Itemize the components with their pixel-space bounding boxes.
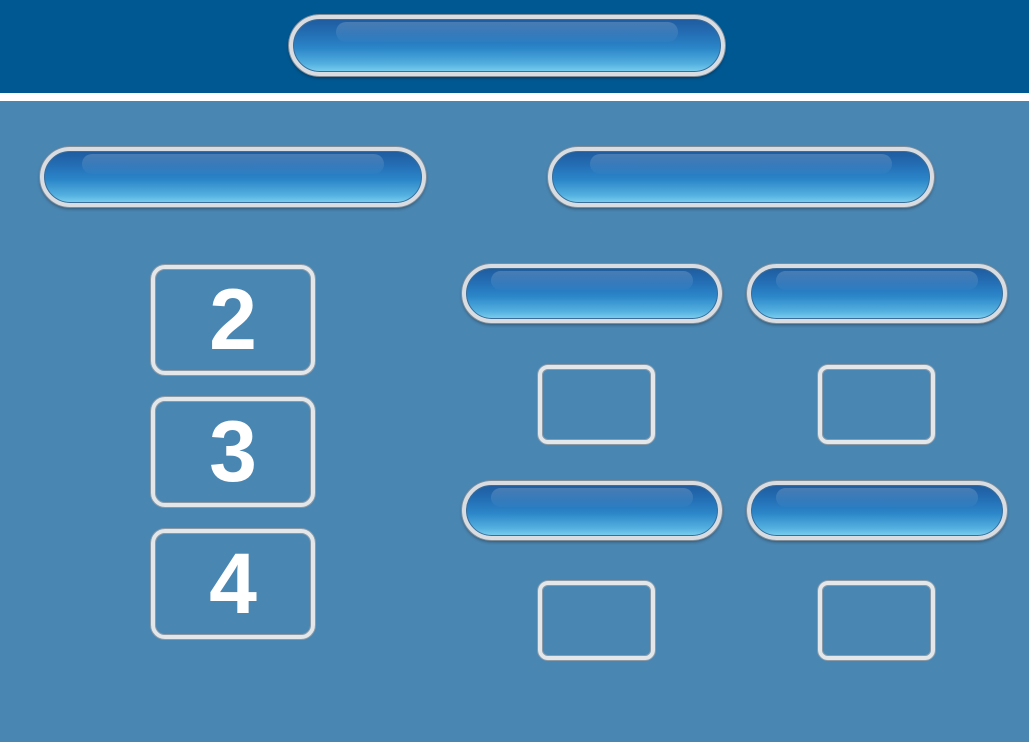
option-button-2[interactable] — [747, 264, 1007, 323]
main-panel: 2 3 4 — [0, 101, 1029, 742]
option-button-4[interactable] — [747, 481, 1007, 540]
option-answer-box-3[interactable] — [538, 581, 655, 660]
right-heading-button[interactable] — [548, 147, 934, 207]
number-box-2[interactable]: 2 — [151, 265, 315, 375]
header-bar — [0, 0, 1029, 93]
option-answer-box-1[interactable] — [538, 365, 655, 444]
option-answer-box-2[interactable] — [818, 365, 935, 444]
left-heading-button[interactable] — [40, 147, 426, 207]
number-box-4[interactable]: 4 — [151, 529, 315, 639]
title-button[interactable] — [289, 15, 725, 76]
number-box-3[interactable]: 3 — [151, 397, 315, 507]
option-button-3[interactable] — [462, 481, 722, 540]
option-button-1[interactable] — [462, 264, 722, 323]
option-answer-box-4[interactable] — [818, 581, 935, 660]
